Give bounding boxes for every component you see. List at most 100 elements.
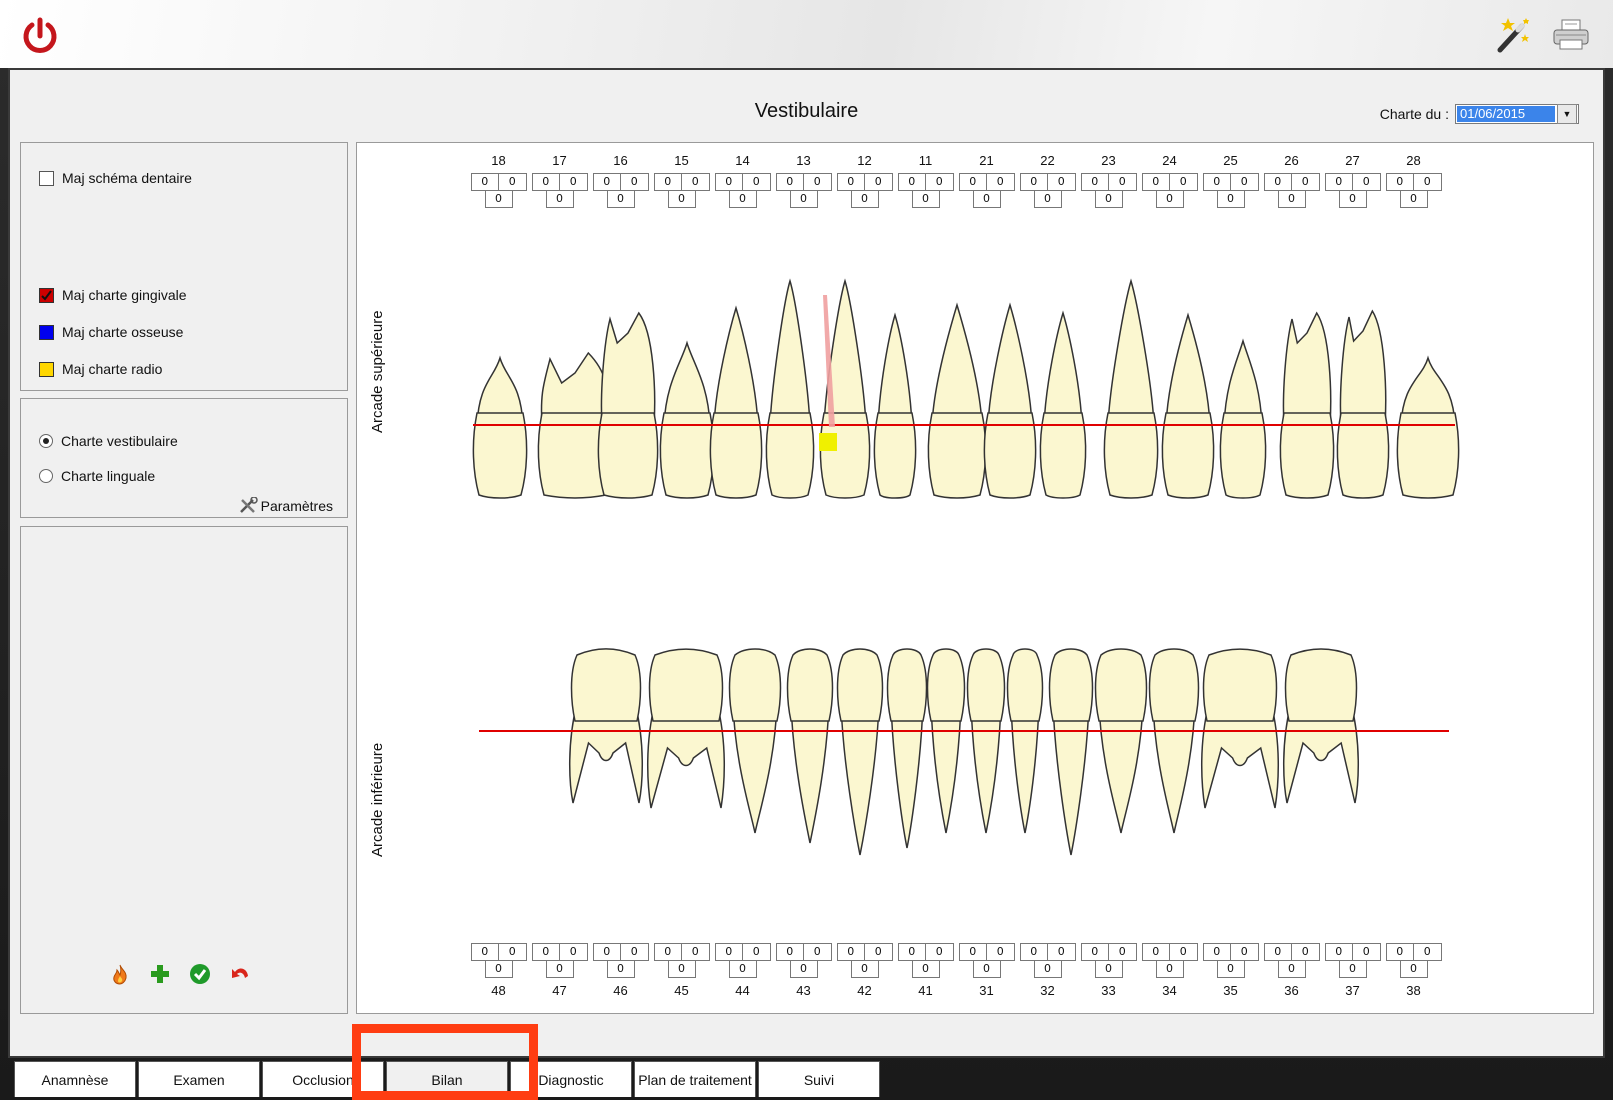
measure-right[interactable]: 0 <box>1231 944 1258 960</box>
measure-left[interactable]: 0 <box>716 944 743 960</box>
measurement-pair[interactable]: 00 <box>1202 943 1259 961</box>
date-value[interactable]: 01/06/2015 <box>1457 106 1555 122</box>
measurement-pair[interactable]: 00 <box>1019 943 1076 961</box>
tab-suivi[interactable]: Suivi <box>758 1061 880 1097</box>
measure-bottom[interactable]: 0 <box>1277 961 1306 978</box>
maj-radio-checkbox[interactable] <box>39 361 54 377</box>
measure-left[interactable]: 0 <box>899 944 926 960</box>
measure-right[interactable]: 0 <box>682 944 709 960</box>
measure-bottom[interactable]: 0 <box>545 961 574 978</box>
measurement-pair[interactable]: 00 <box>1324 943 1381 961</box>
measurement-cell[interactable]: 000 <box>895 943 956 978</box>
measurement-pair[interactable]: 00 <box>958 943 1015 961</box>
measurement-pair[interactable]: 00 <box>714 943 771 961</box>
validate-icon[interactable] <box>189 963 211 985</box>
measurement-pair[interactable]: 00 <box>1141 943 1198 961</box>
measurement-cell[interactable]: 000 <box>1200 943 1261 978</box>
measure-left[interactable]: 0 <box>472 944 499 960</box>
measure-right[interactable]: 0 <box>1414 944 1441 960</box>
measurement-cell[interactable]: 000 <box>1383 943 1444 978</box>
measurement-pair[interactable]: 00 <box>775 943 832 961</box>
measure-left[interactable]: 0 <box>1204 944 1231 960</box>
add-icon[interactable] <box>149 963 171 985</box>
measure-left[interactable]: 0 <box>1021 944 1048 960</box>
measure-bottom[interactable]: 0 <box>484 961 513 978</box>
charte-linguale-radio[interactable] <box>39 469 53 483</box>
measure-left[interactable]: 0 <box>1082 944 1109 960</box>
measurement-cell[interactable]: 000 <box>1017 943 1078 978</box>
measure-right[interactable]: 0 <box>621 944 648 960</box>
measure-left[interactable]: 0 <box>655 944 682 960</box>
date-combobox[interactable]: 01/06/2015 ▼ <box>1455 104 1579 124</box>
maj-gingivale-checkbox[interactable] <box>39 287 54 303</box>
measure-bottom[interactable]: 0 <box>667 961 696 978</box>
printer-icon[interactable] <box>1550 14 1592 56</box>
maj-radio-option[interactable]: Maj charte radio <box>39 361 162 377</box>
measure-bottom[interactable]: 0 <box>972 961 1001 978</box>
measurement-cell[interactable]: 000 <box>1139 943 1200 978</box>
measurement-cell[interactable]: 000 <box>1261 943 1322 978</box>
tab-examen[interactable]: Examen <box>138 1061 260 1097</box>
measure-left[interactable]: 0 <box>960 944 987 960</box>
tab-anamn-se[interactable]: Anamnèse <box>14 1061 136 1097</box>
parametres-button[interactable]: Paramètres <box>238 497 333 515</box>
measurement-pair[interactable]: 00 <box>531 943 588 961</box>
measure-right[interactable]: 0 <box>865 944 892 960</box>
measurement-pair[interactable]: 00 <box>592 943 649 961</box>
measure-left[interactable]: 0 <box>1326 944 1353 960</box>
measure-right[interactable]: 0 <box>743 944 770 960</box>
measure-right[interactable]: 0 <box>987 944 1014 960</box>
measure-bottom[interactable]: 0 <box>728 961 757 978</box>
charte-vestibulaire-option[interactable]: Charte vestibulaire <box>39 433 178 449</box>
dropdown-arrow-icon[interactable]: ▼ <box>1557 104 1577 124</box>
measurement-cell[interactable]: 000 <box>773 943 834 978</box>
measurement-cell[interactable]: 000 <box>712 943 773 978</box>
measure-bottom[interactable]: 0 <box>606 961 635 978</box>
measure-bottom[interactable]: 0 <box>1155 961 1184 978</box>
maj-schema-option[interactable]: Maj schéma dentaire <box>39 170 192 186</box>
magic-wand-icon[interactable] <box>1492 14 1534 56</box>
measure-right[interactable]: 0 <box>1170 944 1197 960</box>
measure-left[interactable]: 0 <box>533 944 560 960</box>
measure-bottom[interactable]: 0 <box>1033 961 1062 978</box>
measurement-cell[interactable]: 000 <box>651 943 712 978</box>
measure-left[interactable]: 0 <box>1143 944 1170 960</box>
measurement-pair[interactable]: 00 <box>897 943 954 961</box>
measure-bottom[interactable]: 0 <box>1216 961 1245 978</box>
measurement-cell[interactable]: 000 <box>529 943 590 978</box>
measurement-pair[interactable]: 00 <box>836 943 893 961</box>
maj-osseuse-checkbox[interactable] <box>39 324 54 340</box>
measurement-pair[interactable]: 00 <box>1263 943 1320 961</box>
measure-bottom[interactable]: 0 <box>1094 961 1123 978</box>
tab-plan-de-traitement[interactable]: Plan de traitement <box>634 1061 756 1097</box>
measurement-cell[interactable]: 000 <box>956 943 1017 978</box>
measure-right[interactable]: 0 <box>560 944 587 960</box>
charte-linguale-option[interactable]: Charte linguale <box>39 468 155 484</box>
measure-left[interactable]: 0 <box>777 944 804 960</box>
measurement-cell[interactable]: 000 <box>590 943 651 978</box>
measure-bottom[interactable]: 0 <box>1399 961 1428 978</box>
measure-right[interactable]: 0 <box>926 944 953 960</box>
charte-vestibulaire-radio[interactable] <box>39 434 53 448</box>
measure-bottom[interactable]: 0 <box>850 961 879 978</box>
measure-right[interactable]: 0 <box>499 944 526 960</box>
maj-osseuse-option[interactable]: Maj charte osseuse <box>39 324 183 340</box>
measure-left[interactable]: 0 <box>1265 944 1292 960</box>
measurement-cell[interactable]: 000 <box>468 943 529 978</box>
maj-schema-checkbox[interactable] <box>39 170 54 186</box>
measurement-pair[interactable]: 00 <box>470 943 527 961</box>
power-icon[interactable] <box>20 16 60 56</box>
measure-bottom[interactable]: 0 <box>1338 961 1367 978</box>
measure-bottom[interactable]: 0 <box>789 961 818 978</box>
measure-left[interactable]: 0 <box>838 944 865 960</box>
measure-right[interactable]: 0 <box>1292 944 1319 960</box>
measure-left[interactable]: 0 <box>1387 944 1414 960</box>
measurement-cell[interactable]: 000 <box>834 943 895 978</box>
measure-right[interactable]: 0 <box>1109 944 1136 960</box>
measure-right[interactable]: 0 <box>1353 944 1380 960</box>
measurement-pair[interactable]: 00 <box>653 943 710 961</box>
measurement-cell[interactable]: 000 <box>1322 943 1383 978</box>
maj-gingivale-option[interactable]: Maj charte gingivale <box>39 287 187 303</box>
measurement-pair[interactable]: 00 <box>1385 943 1442 961</box>
measure-right[interactable]: 0 <box>1048 944 1075 960</box>
